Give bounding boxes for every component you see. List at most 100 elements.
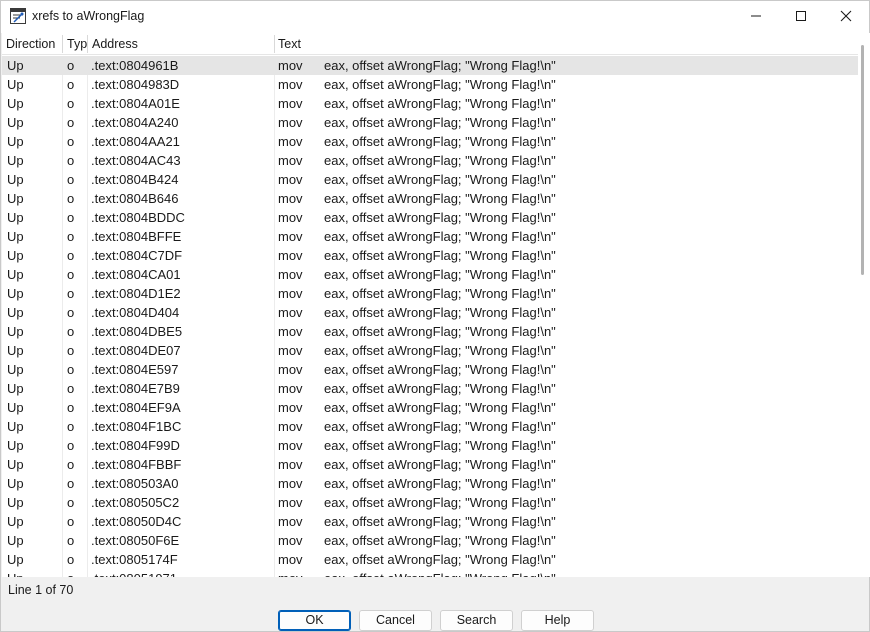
xref-row[interactable]: Up o .text:0804D1E2 mov eax, offset aWrongFl… [2, 284, 858, 303]
xref-row[interactable]: Up o .text:0804AC43 mov eax, offset aWrongFl… [2, 151, 858, 170]
xref-row[interactable]: Up o .text:0805174F mov eax, offset aWrongFl… [2, 550, 858, 569]
instruction-cell: mov [278, 134, 303, 149]
minimize-button[interactable] [733, 1, 779, 31]
xref-row[interactable]: Up o .text:080505C2 mov eax, offset aWrongFl… [2, 493, 858, 512]
instruction-cell: mov [278, 153, 303, 168]
xref-row[interactable]: Up o .text:0804F99D mov eax, offset aWrongFl… [2, 436, 858, 455]
address-cell: .text:0804E7B9 [91, 381, 180, 396]
address-cell: .text:0804B646 [91, 191, 179, 206]
instruction-cell: mov [278, 569, 322, 577]
close-button[interactable] [823, 1, 869, 31]
search-button[interactable]: Search [440, 610, 513, 631]
type-cell: o [67, 400, 75, 415]
operands-cell: eax, offset aWrongFlag; "Wrong Flag!\n" [324, 96, 556, 111]
xref-row[interactable]: Up o .text:0804983D mov eax, offset aWrongFl… [2, 75, 858, 94]
operands-cell: eax, offset aWrongFlag; "Wrong Flag!\n" [324, 58, 556, 73]
xref-row[interactable]: Up o .text:0804A01E mov eax, offset aWrongFl… [2, 94, 858, 113]
xref-row[interactable]: Up o .text:0804B424 mov eax, offset aWrongFl… [2, 170, 858, 189]
instruction-cell: mov [278, 248, 303, 263]
direction-cell: Up [7, 343, 24, 358]
xref-row[interactable]: Up o .text:080503A0 mov eax, offset aWrongFl… [2, 474, 858, 493]
xref-row[interactable]: Up o .text:0804E597 mov eax, offset aWrongFl… [2, 360, 858, 379]
ok-button[interactable]: OK [278, 610, 351, 631]
vertical-scrollbar[interactable] [858, 33, 870, 577]
direction-cell: Up [7, 210, 24, 225]
direction-cell: Up [7, 552, 24, 567]
xref-row[interactable]: Up o .text:0804A240 mov eax, offset aWrongFl… [2, 113, 858, 132]
type-cell: o [67, 438, 75, 453]
direction-cell: Up [7, 569, 63, 577]
xref-row[interactable]: Up o .text:0804DBE5 mov eax, offset aWrongFl… [2, 322, 858, 341]
instruction-cell: mov [278, 115, 303, 130]
address-cell: .text:0804AC43 [91, 153, 181, 168]
instruction-cell: mov [278, 229, 303, 244]
direction-cell: Up [7, 267, 24, 282]
direction-cell: Up [7, 115, 24, 130]
type-cell: o [67, 552, 75, 567]
column-header-type[interactable]: Typ [63, 33, 87, 55]
type-cell: o [67, 381, 75, 396]
type-cell: o [67, 229, 75, 244]
address-cell: .text:0804AA21 [91, 134, 180, 149]
address-cell: .text:0804961B [91, 58, 179, 73]
direction-cell: Up [7, 400, 24, 415]
instruction-cell: mov [278, 77, 303, 92]
type-cell: o [67, 172, 75, 187]
xrefs-list[interactable]: Direction Typ Address Text Up o .text:0804… [2, 33, 858, 577]
operands-cell: eax, offset aWrongFlag; "Wrong Flag!\n" [324, 153, 556, 168]
column-header-address[interactable]: Address [88, 33, 274, 55]
type-cell: o [67, 210, 75, 225]
list-header: Direction Typ Address Text [2, 33, 858, 55]
xref-row[interactable]: Up o .text:0804E7B9 mov eax, offset aWrongFl… [2, 379, 858, 398]
xref-row[interactable]: Up o .text:08050F6E mov eax, offset aWrongFl… [2, 531, 858, 550]
title-bar[interactable]: xrefs to aWrongFlag [1, 1, 869, 33]
instruction-cell: mov [278, 96, 303, 111]
address-cell: .text:08051971 [91, 569, 271, 577]
type-cell: o [67, 96, 75, 111]
xref-row[interactable]: Up o .text:0804961B mov eax, offset aWrongFl… [2, 56, 858, 75]
operands-cell: eax, offset aWrongFlag; "Wrong Flag!\n" [324, 229, 556, 244]
xref-row[interactable]: Up o .text:0804D404 mov eax, offset aWrongFl… [2, 303, 858, 322]
column-header-text[interactable]: Text [274, 33, 854, 55]
address-cell: .text:0804DE07 [91, 343, 181, 358]
scrollbar-thumb[interactable] [861, 45, 864, 275]
type-cell: o [67, 134, 75, 149]
address-cell: .text:0804FBBF [91, 457, 182, 472]
type-cell: o [67, 457, 75, 472]
instruction-cell: mov [278, 400, 303, 415]
address-cell: .text:0805174F [91, 552, 178, 567]
type-cell: o [67, 115, 75, 130]
direction-cell: Up [7, 191, 24, 206]
xrefs-dialog: xrefs to aWrongFlag Direction Typ Addres… [0, 0, 870, 632]
address-cell: .text:0804F99D [91, 438, 180, 453]
address-cell: .text:0804D404 [91, 305, 180, 320]
help-button[interactable]: Help [521, 610, 594, 631]
maximize-button[interactable] [778, 1, 824, 31]
address-cell: .text:0804983D [91, 77, 180, 92]
xref-row[interactable]: Up o .text:08050D4C mov eax, offset aWrongFl… [2, 512, 858, 531]
type-cell: o [67, 569, 87, 577]
xref-row[interactable]: Up o .text:0804DE07 mov eax, offset aWrongFl… [2, 341, 858, 360]
operands-cell: eax, offset aWrongFlag; "Wrong Flag!\n" [324, 324, 556, 339]
xref-row[interactable]: Up o .text:0804B646 mov eax, offset aWrongFl… [2, 189, 858, 208]
instruction-cell: mov [278, 438, 303, 453]
operands-cell: eax, offset aWrongFlag; "Wrong Flag!\n" [324, 400, 556, 415]
instruction-cell: mov [278, 533, 303, 548]
xref-row[interactable]: Up o .text:0804EF9A mov eax, offset aWrongFl… [2, 398, 858, 417]
address-cell: .text:0804B424 [91, 172, 179, 187]
xref-row[interactable]: Up o .text:0804C7DF mov eax, offset aWrongFl… [2, 246, 858, 265]
cancel-button[interactable]: Cancel [359, 610, 432, 631]
xref-row[interactable]: Up o .text:0804BDDC mov eax, offset aWrongFl… [2, 208, 858, 227]
xref-row[interactable]: Upo .text:08051971 moveax, offset aWrongFl… [2, 569, 858, 577]
column-header-direction[interactable]: Direction [2, 33, 62, 55]
xref-row[interactable]: Up o .text:0804AA21 mov eax, offset aWrongFl… [2, 132, 858, 151]
xref-row[interactable]: Up o .text:0804F1BC mov eax, offset aWrongFl… [2, 417, 858, 436]
xref-row[interactable]: Up o .text:0804BFFE mov eax, offset aWrongFl… [2, 227, 858, 246]
xref-row[interactable]: Up o .text:0804CA01 mov eax, offset aWrongFl… [2, 265, 858, 284]
status-line: Line 1 of 70 [8, 583, 74, 597]
operands-cell: eax, offset aWrongFlag; "Wrong Flag!\n" [324, 362, 556, 377]
minimize-icon [751, 15, 761, 17]
type-cell: o [67, 58, 75, 73]
xref-row[interactable]: Up o .text:0804FBBF mov eax, offset aWrongFl… [2, 455, 858, 474]
address-cell: .text:0804F1BC [91, 419, 182, 434]
